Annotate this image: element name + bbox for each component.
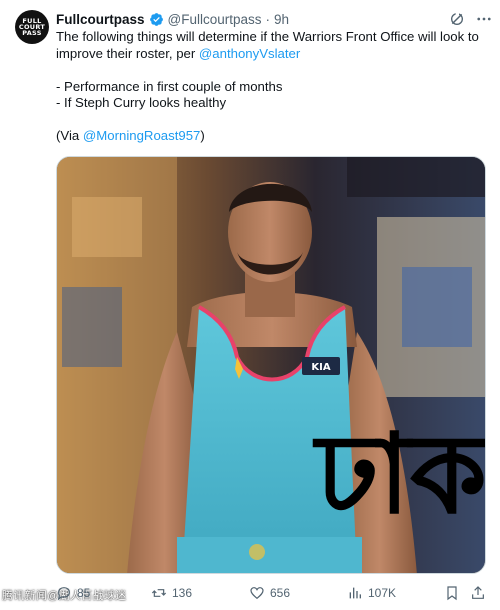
views-icon: [349, 587, 361, 599]
retweet-button[interactable]: 136: [151, 583, 192, 603]
photo-image: KIA ঢাক: [57, 157, 486, 573]
avatar-logo-text: FULL COURT PASS: [18, 17, 46, 37]
timestamp[interactable]: 9h: [274, 12, 289, 27]
reply-count: 85: [77, 586, 91, 600]
photo-overlay-text: ঢাক: [312, 410, 486, 538]
bookmark-button[interactable]: [444, 583, 465, 603]
action-bar: 85 136 656 107K: [56, 583, 496, 603]
bullet-2: - If Steph Curry looks healthy: [56, 95, 227, 110]
like-icon: [250, 587, 264, 600]
via-suffix: ): [200, 128, 205, 143]
reply-button[interactable]: 85: [56, 583, 90, 603]
via-prefix: (Via: [56, 128, 83, 143]
jersey-logo: KIA: [311, 362, 330, 373]
tweet-header: Fullcourtpass @Fullcourtpass · 9h: [56, 10, 289, 28]
grok-icon[interactable]: [449, 11, 465, 27]
verified-badge-icon: [149, 12, 163, 26]
mention-link[interactable]: @anthonyVslater: [199, 46, 300, 61]
like-button[interactable]: 656: [249, 583, 290, 603]
share-button[interactable]: [470, 583, 491, 603]
author-name[interactable]: Fullcourtpass: [56, 12, 145, 27]
reply-icon: [57, 587, 70, 601]
bullet-1: - Performance in first couple of months: [56, 78, 283, 94]
via-line: (Via @MorningRoast957): [56, 128, 486, 145]
views-button[interactable]: 107K: [347, 583, 396, 603]
bookmark-icon: [447, 586, 457, 601]
share-icon: [472, 586, 484, 599]
tweet-photo[interactable]: KIA ঢাক: [56, 156, 486, 574]
tweet: FULL COURT PASS Fullcourtpass @Fullcourt…: [0, 0, 500, 610]
retweet-icon: [151, 589, 167, 597]
tweet-text: The following things will determine if t…: [56, 29, 486, 145]
avatar[interactable]: FULL COURT PASS: [15, 10, 49, 44]
retweet-count: 136: [172, 586, 193, 600]
separator-dot: ·: [265, 11, 271, 27]
view-count: 107K: [368, 586, 397, 600]
tweet-line-1: The following things will determine if t…: [56, 29, 486, 62]
via-mention-link[interactable]: @MorningRoast957: [83, 128, 200, 143]
like-count: 656: [270, 586, 291, 600]
more-icon[interactable]: [475, 10, 493, 28]
author-handle[interactable]: @Fullcourtpass: [168, 12, 262, 27]
